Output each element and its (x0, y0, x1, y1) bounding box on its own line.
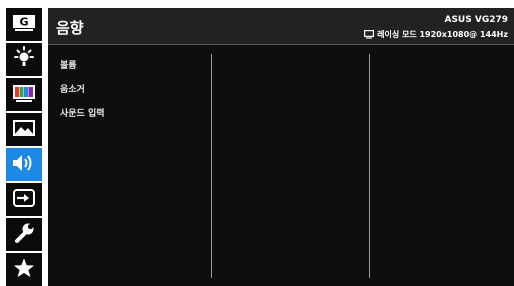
sidebar-item-color[interactable] (6, 78, 42, 111)
sidebar-item-image[interactable] (6, 113, 42, 146)
wrench-icon (12, 221, 36, 249)
speaker-icon (11, 152, 37, 178)
main-panel: 음향 ASUS VG279 레이싱 모드 1920x1080@ 144Hz 볼륨… (48, 8, 514, 286)
g-letter: G (19, 15, 28, 28)
monitor-icon (364, 30, 375, 39)
column-divider (211, 54, 212, 278)
sidebar-item-brightness[interactable] (6, 43, 42, 76)
sound-menu: 볼륨 음소거 사운드 입력 (60, 60, 105, 132)
brightness-sun-icon (12, 45, 36, 74)
sidebar-item-sound[interactable] (6, 148, 42, 181)
menu-item-volume[interactable]: 볼륨 (60, 60, 105, 84)
model-name: ASUS VG279 (444, 15, 508, 25)
column-divider (369, 54, 370, 278)
status-text: 레이싱 모드 1920x1080@ 144Hz (377, 30, 508, 39)
status-line: 레이싱 모드 1920x1080@ 144Hz (364, 29, 508, 40)
sidebar-item-favorites[interactable] (6, 253, 42, 286)
page-title: 음향 (56, 19, 84, 37)
sidebar-item-input-select[interactable] (6, 183, 42, 216)
input-select-icon (12, 187, 36, 213)
sidebar: G (6, 8, 42, 286)
gamevisual-g-icon: G (12, 14, 36, 36)
menu-item-mute[interactable]: 음소거 (60, 84, 105, 108)
menu-item-sound-source[interactable]: 사운드 입력 (60, 108, 105, 132)
sidebar-item-gamevisual[interactable]: G (6, 8, 42, 41)
image-icon (12, 118, 36, 142)
osd-window: G 음향 ASUS VG279 레이싱 모드 1920x1080@ 144Hz … (0, 0, 514, 286)
color-bars-icon (12, 83, 36, 107)
star-icon (13, 257, 35, 283)
panel-header: 음향 ASUS VG279 레이싱 모드 1920x1080@ 144Hz (48, 8, 514, 45)
sidebar-item-system-setup[interactable] (6, 218, 42, 251)
